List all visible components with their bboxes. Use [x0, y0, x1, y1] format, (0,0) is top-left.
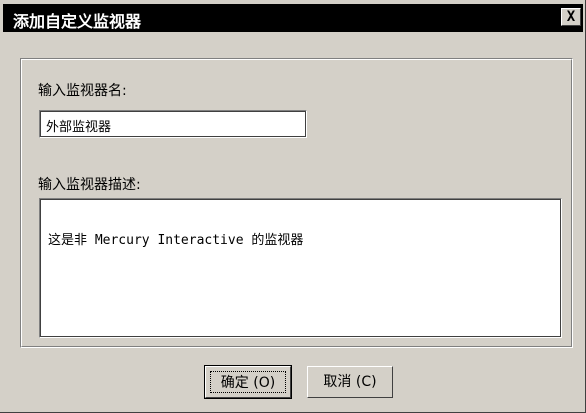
ok-button[interactable]: 确定 (O): [204, 365, 292, 399]
custom-monitor-dialog: 添加自定义监视器 X 输入监视器名: 外部监视器 输入监视器描述: 这是非 Me…: [0, 0, 586, 413]
monitor-name-label: 输入监视器名:: [38, 83, 127, 99]
ok-button-label: 确定 (O): [210, 371, 286, 393]
close-icon[interactable]: X: [561, 8, 581, 26]
monitor-description-label: 输入监视器描述:: [38, 177, 141, 193]
title-bar[interactable]: 添加自定义监视器 X: [3, 4, 583, 32]
window-title: 添加自定义监视器: [13, 12, 142, 31]
monitor-name-input[interactable]: 外部监视器: [39, 110, 307, 138]
monitor-description-textarea[interactable]: 这是非 Mercury Interactive 的监视器: [39, 198, 562, 338]
cancel-button[interactable]: 取消 (C): [307, 366, 393, 398]
